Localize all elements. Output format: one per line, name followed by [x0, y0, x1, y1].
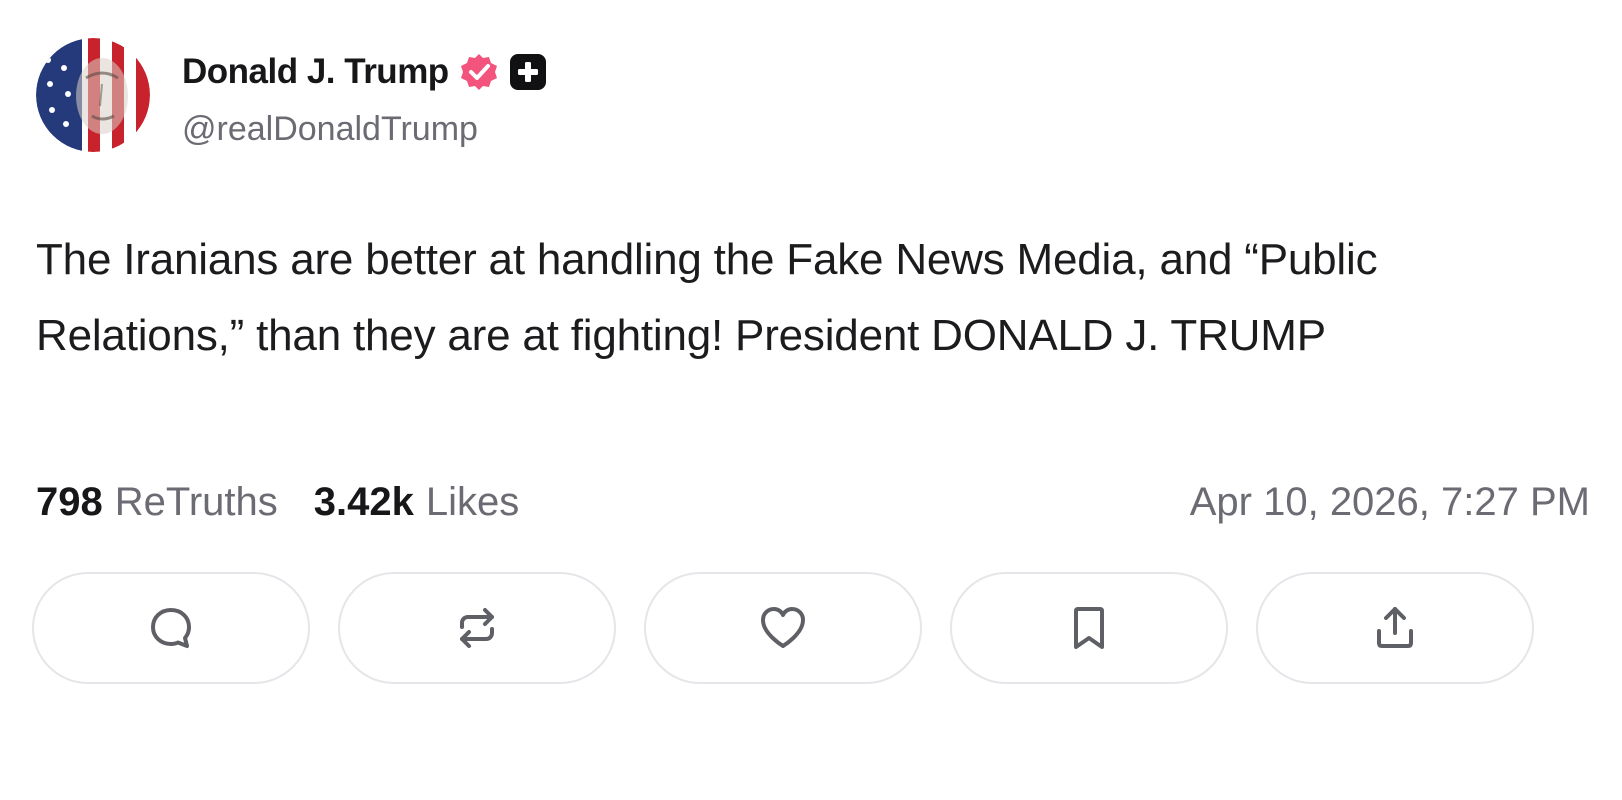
avatar-image — [36, 38, 150, 152]
share-button[interactable] — [1256, 572, 1534, 684]
bookmark-button[interactable] — [950, 572, 1228, 684]
retruths-stat[interactable]: 798 ReTruths — [36, 480, 278, 525]
heart-icon — [755, 600, 811, 656]
retruths-count: 798 — [36, 479, 103, 524]
retruths-label: ReTruths — [114, 479, 278, 524]
author-name-row: Donald J. Trump — [182, 48, 547, 96]
author-handle[interactable]: @realDonaldTrump — [182, 110, 478, 149]
reply-button[interactable] — [32, 572, 310, 684]
action-bar — [32, 572, 1534, 684]
like-button[interactable] — [644, 572, 922, 684]
author-display-name[interactable]: Donald J. Trump — [182, 52, 449, 92]
avatar[interactable] — [36, 38, 150, 152]
post-text: The Iranians are better at handling the … — [36, 235, 1378, 360]
retruth-button[interactable] — [338, 572, 616, 684]
verified-icon — [459, 52, 499, 92]
likes-stat[interactable]: 3.42k Likes — [314, 480, 520, 525]
bookmark-icon — [1062, 601, 1116, 655]
post-card: Donald J. Trump @realDonaldTrump The Ira… — [0, 0, 1622, 800]
post-stats: 798 ReTruths 3.42k Likes — [36, 474, 555, 530]
plus-icon — [509, 53, 547, 91]
share-icon — [1368, 601, 1422, 655]
repost-icon — [450, 601, 504, 655]
likes-count: 3.42k — [313, 479, 414, 524]
post-timestamp[interactable]: Apr 10, 2026, 7:27 PM — [1190, 474, 1590, 530]
likes-label: Likes — [425, 479, 520, 524]
comment-icon — [144, 601, 198, 655]
